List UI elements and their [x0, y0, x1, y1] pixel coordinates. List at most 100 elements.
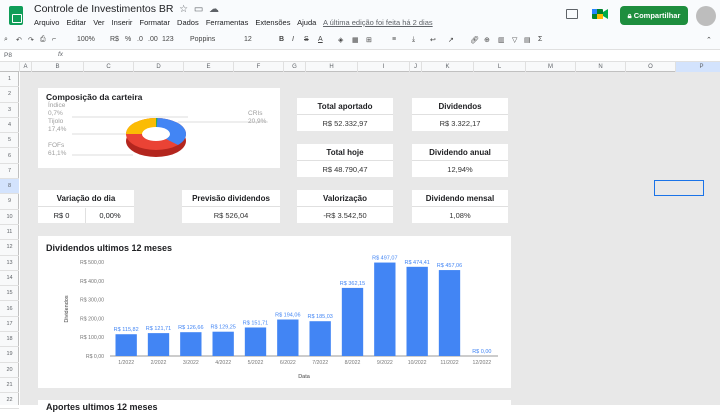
kpi-dividendo-mensal[interactable]: Dividendo mensal 1,08%	[412, 190, 508, 223]
row-header-10[interactable]: 10	[0, 210, 19, 225]
row-header-18[interactable]: 18	[0, 332, 19, 348]
row-header-16[interactable]: 16	[0, 302, 19, 317]
cloud-status-icon[interactable]: ☁	[206, 4, 219, 15]
text-rotation-icon[interactable]: ↗	[448, 36, 454, 44]
redo-icon[interactable]: ↷	[28, 36, 34, 44]
menu-ver[interactable]: Ver	[93, 18, 104, 27]
formula-input[interactable]	[70, 50, 710, 61]
kpi-total-aportado[interactable]: Total aportado R$ 52.332,97	[297, 98, 393, 131]
search-menus-icon[interactable]: ⌕	[4, 36, 8, 44]
kpi-valorizacao[interactable]: Valorização -R$ 3.542,50	[297, 190, 393, 223]
font-size-select[interactable]: 12	[244, 36, 252, 43]
row-header-17[interactable]: 17	[0, 317, 19, 333]
row-header-19[interactable]: 19	[0, 347, 19, 363]
menu-arquivo[interactable]: Arquivo	[34, 18, 59, 27]
text-color-button[interactable]: A	[318, 36, 323, 43]
align-left-icon[interactable]: ≡	[392, 36, 396, 43]
meet-icon[interactable]	[592, 8, 608, 20]
font-select[interactable]: Poppins	[190, 36, 215, 43]
share-button[interactable]: 🔒︎ Compartilhar	[620, 6, 688, 25]
sheets-logo-icon[interactable]	[9, 6, 23, 25]
aportes-chart-card[interactable]: Aportes ultimos 12 meses	[38, 400, 511, 420]
row-header-5[interactable]: 5	[0, 133, 19, 149]
row-header-12[interactable]: 12	[0, 240, 19, 256]
column-header-m[interactable]: M	[526, 62, 576, 72]
undo-icon[interactable]: ↶	[16, 36, 22, 44]
column-header-b[interactable]: B	[32, 62, 84, 72]
valign-bottom-icon[interactable]: ⤓	[412, 36, 415, 44]
column-header-i[interactable]: I	[358, 62, 410, 72]
kpi-total-hoje[interactable]: Total hoje R$ 48.790,47	[297, 144, 393, 177]
comment-history-icon[interactable]	[566, 9, 578, 19]
last-edit-link[interactable]: A última edição foi feita há 2 dias	[323, 18, 433, 27]
column-header-a[interactable]: A	[20, 62, 32, 72]
row-header-14[interactable]: 14	[0, 271, 19, 287]
menu-editar[interactable]: Editar	[67, 18, 87, 27]
move-folder-icon[interactable]: ▭	[191, 4, 203, 15]
cell-area[interactable]: Composição da carteira Índice 0,7% Tijolo…	[20, 72, 720, 420]
column-header-p[interactable]: P	[676, 62, 720, 72]
menu-dados[interactable]: Dados	[177, 18, 199, 27]
row-header-8[interactable]: 8	[0, 179, 19, 195]
row-header-4[interactable]: 4	[0, 118, 19, 134]
functions-icon[interactable]: Σ	[538, 36, 542, 43]
percent-format-button[interactable]: %	[125, 36, 131, 43]
italic-button[interactable]: I	[292, 36, 294, 43]
selected-cell[interactable]	[654, 180, 704, 196]
composition-chart-card[interactable]: Composição da carteira Índice 0,7% Tijolo…	[38, 88, 280, 168]
menu-ajuda[interactable]: Ajuda	[297, 18, 316, 27]
kpi-dividendos[interactable]: Dividendos R$ 3.322,17	[412, 98, 508, 131]
zoom-select[interactable]: 100%	[77, 36, 95, 43]
avatar[interactable]	[696, 6, 716, 26]
name-box[interactable]: P8	[4, 52, 12, 59]
document-title[interactable]: Controle de Investimentos BR ☆ ▭ ☁	[34, 3, 219, 15]
row-header-6[interactable]: 6	[0, 149, 19, 164]
column-header-j[interactable]: J	[410, 62, 422, 72]
column-header-c[interactable]: C	[84, 62, 134, 72]
filter-icon[interactable]: ▽	[512, 36, 517, 44]
more-formats-button[interactable]: 123	[162, 36, 174, 43]
dividend-chart-card[interactable]: Dividendos ultimos 12 meses R$ 0,00 R$ 10…	[38, 236, 511, 388]
column-header-l[interactable]: L	[474, 62, 526, 72]
column-header-f[interactable]: F	[234, 62, 284, 72]
column-header-h[interactable]: H	[306, 62, 358, 72]
insert-chart-icon[interactable]: ▥	[498, 36, 505, 44]
borders-icon[interactable]: ▦	[352, 36, 359, 44]
kpi-dividendo-anual[interactable]: Dividendo anual 12,94%	[412, 144, 508, 177]
increase-decimals-button[interactable]: .00	[148, 36, 158, 43]
row-header-15[interactable]: 15	[0, 286, 19, 302]
star-icon[interactable]: ☆	[176, 4, 188, 15]
column-header-g[interactable]: G	[284, 62, 306, 72]
decrease-decimals-button[interactable]: .0	[137, 36, 143, 43]
column-header-o[interactable]: O	[626, 62, 676, 72]
row-header-22[interactable]: 22	[0, 393, 19, 409]
row-header-1[interactable]: 1	[0, 72, 19, 88]
select-all-corner[interactable]	[0, 62, 20, 72]
column-header-n[interactable]: N	[576, 62, 626, 72]
strikethrough-button[interactable]: S	[304, 36, 309, 43]
menu-inserir[interactable]: Inserir	[112, 18, 133, 27]
row-header-7[interactable]: 7	[0, 164, 19, 180]
row-header-11[interactable]: 11	[0, 225, 19, 241]
insert-link-icon[interactable]: 🔗︎	[470, 36, 479, 44]
kpi-previsao-dividendos[interactable]: Previsão dividendos R$ 526,04	[182, 190, 280, 223]
print-icon[interactable]: ⎙	[40, 36, 46, 44]
insert-comment-icon[interactable]: ⊕	[484, 36, 490, 44]
column-header-e[interactable]: E	[184, 62, 234, 72]
menu-ferramentas[interactable]: Ferramentas	[206, 18, 249, 27]
text-wrap-icon[interactable]: ↩	[430, 36, 436, 44]
filter-views-icon[interactable]: ▤	[524, 36, 531, 44]
row-header-2[interactable]: 2	[0, 87, 19, 103]
row-header-20[interactable]: 20	[0, 363, 19, 378]
kpi-variacao-dia[interactable]: Variação do dia R$ 0 0,00%	[38, 190, 134, 223]
fill-color-icon[interactable]: ◈	[338, 36, 343, 44]
row-header-3[interactable]: 3	[0, 103, 19, 118]
menu-formatar[interactable]: Formatar	[140, 18, 170, 27]
menu-extensoes[interactable]: Extensões	[255, 18, 290, 27]
currency-format-button[interactable]: R$	[110, 36, 119, 43]
row-header-21[interactable]: 21	[0, 378, 19, 394]
row-header-9[interactable]: 9	[0, 194, 19, 210]
merge-cells-icon[interactable]: ⊞	[366, 36, 372, 44]
collapse-menu-icon[interactable]: ⌃	[706, 36, 712, 44]
column-header-d[interactable]: D	[134, 62, 184, 72]
